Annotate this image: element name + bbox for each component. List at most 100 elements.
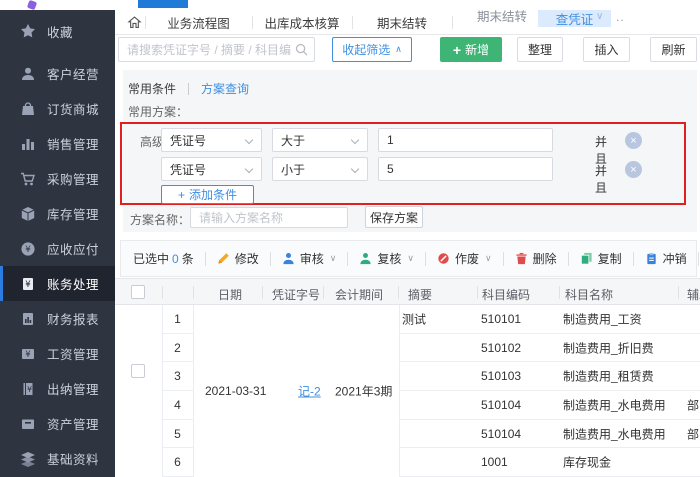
review-button[interactable]: 复核 ∨: [359, 250, 414, 267]
writeoff-button[interactable]: 冲销: [645, 250, 687, 267]
sidebar-item-favorites[interactable]: 收藏: [0, 13, 115, 49]
drawer-icon: [20, 416, 36, 432]
copy-button[interactable]: 复制: [580, 250, 622, 267]
table-row[interactable]: 510104 制造费用_水电费用 部门: [399, 420, 700, 449]
remove-condition-button[interactable]: ×: [625, 161, 642, 178]
sidebar-item-label: 应收应付: [47, 239, 99, 258]
sidebar-item-receivable-payable[interactable]: ¥ 应收应付: [0, 231, 115, 266]
col-header-subject-code: 科目编码: [482, 286, 530, 303]
report-icon: [20, 311, 36, 327]
search-input[interactable]: [119, 38, 295, 61]
sidebar-item-purchase[interactable]: 采购管理: [0, 161, 115, 196]
top-tabbar: 业务流程图 出库成本核算 期末结转 期末结转 查凭证 ∨ ..: [115, 10, 700, 35]
table-row[interactable]: 510103 制造费用_租赁费: [399, 362, 700, 391]
chevron-up-icon: ∧: [395, 44, 402, 55]
filter-tab-scheme-query[interactable]: 方案查询: [201, 80, 249, 97]
scheme-name-input[interactable]: [190, 207, 348, 228]
condition-operator-select[interactable]: 大于: [272, 128, 368, 152]
arrange-button[interactable]: 整理: [517, 37, 563, 62]
writeoff-label: 冲销: [663, 250, 687, 267]
chevron-down-icon: [351, 136, 359, 144]
salary-yuan-icon: ¥: [20, 346, 36, 362]
add-condition-button[interactable]: + 添加条件: [161, 185, 254, 204]
sidebar-item-financial-reports[interactable]: 财务报表: [0, 301, 115, 336]
common-scheme-label: 常用方案：: [128, 103, 188, 120]
sidebar-item-customer[interactable]: 客户经营: [0, 56, 115, 91]
modify-button[interactable]: 修改: [217, 250, 259, 267]
auxiliary-cell: 部门: [687, 425, 700, 442]
voucher-date: 2021-03-31: [205, 384, 266, 398]
tab-dropdown-caret-icon[interactable]: ∨: [596, 11, 603, 22]
brand-logo-fragment: [27, 0, 37, 10]
pencil-icon: [217, 252, 230, 265]
sidebar-item-accounting[interactable]: ¥ 账务处理: [0, 266, 115, 301]
col-header-subject-name: 科目名称: [565, 286, 613, 303]
voucher-table: 日期 凭证字号 会计期间 摘要 科目编码 科目名称 辅助核算 1 2 3 4 5…: [115, 278, 700, 477]
copy-label: 复制: [598, 250, 622, 267]
filter-tab-common-conditions[interactable]: 常用条件: [128, 80, 176, 97]
row-checkbox[interactable]: [131, 364, 145, 378]
sidebar-item-order-mall[interactable]: 订货商城: [0, 91, 115, 126]
refresh-button[interactable]: 刷新: [650, 37, 697, 62]
subject-name-cell: 制造费用_租赁费: [563, 368, 654, 385]
subject-name-cell: 制造费用_水电费用: [563, 425, 666, 442]
tab-period-end-carryover[interactable]: 期末结转: [352, 10, 452, 35]
collapse-filter-button[interactable]: 收起筛选 ∧: [332, 37, 412, 62]
insert-button[interactable]: 插入: [583, 37, 630, 62]
sidebar-item-inventory[interactable]: 库存管理: [0, 196, 115, 231]
table-body: 1 2 3 4 5 6 2021-03-31 记-2 2021年3期 测试 51…: [115, 305, 700, 477]
audit-button[interactable]: 审核 ∨: [282, 250, 337, 267]
voucher-no-link[interactable]: 记-2: [298, 383, 321, 400]
tab-period-end-carryover-2[interactable]: 期末结转: [457, 10, 547, 28]
subject-name-cell: 制造费用_折旧费: [563, 339, 654, 356]
home-icon[interactable]: [127, 15, 142, 30]
row-number: 4: [162, 391, 193, 420]
row-number: 3: [162, 362, 193, 391]
select-all-checkbox[interactable]: [131, 285, 145, 299]
condition-field-select[interactable]: 凭证号: [161, 128, 262, 152]
sidebar-item-cashier[interactable]: ¥ 出纳管理: [0, 371, 115, 406]
row-number-column: 1 2 3 4 5 6: [162, 305, 193, 477]
condition-value-input[interactable]: [378, 128, 553, 152]
add-condition-label: 添加条件: [189, 186, 237, 203]
sidebar-item-label: 销售管理: [47, 134, 99, 153]
add-voucher-button[interactable]: + 新增: [440, 37, 502, 62]
svg-text:¥: ¥: [25, 245, 31, 255]
row-number: 6: [162, 448, 193, 477]
row-number: 2: [162, 334, 193, 363]
svg-text:¥: ¥: [25, 280, 31, 290]
chevron-down-icon: ∨: [407, 253, 414, 264]
sidebar-item-payroll[interactable]: ¥ 工资管理: [0, 336, 115, 371]
tab-outbound-costing[interactable]: 出库成本核算: [252, 10, 352, 35]
tab-business-flow[interactable]: 业务流程图: [145, 10, 252, 35]
sidebar-item-label: 资产管理: [47, 414, 99, 433]
condition-operator-value: 大于: [281, 132, 305, 149]
chevron-down-icon: [245, 136, 253, 144]
coin-yuan-icon: ¥: [20, 241, 36, 257]
void-button[interactable]: 作废 ∨: [437, 250, 492, 267]
tab-more-icon[interactable]: ..: [616, 10, 625, 24]
bar-chart-icon: [20, 136, 36, 152]
entry-lines: 测试 510101 制造费用_工资 510102 制造费用_折旧费 510103…: [399, 305, 700, 477]
subject-code-cell: 510101: [481, 312, 521, 326]
table-row[interactable]: 测试 510101 制造费用_工资: [399, 305, 700, 334]
save-scheme-button[interactable]: 保存方案: [365, 206, 423, 228]
search-icon[interactable]: [295, 43, 308, 56]
col-header-period: 会计期间: [335, 286, 383, 303]
table-row[interactable]: 510102 制造费用_折旧费: [399, 334, 700, 363]
sidebar-item-label: 基础资料: [47, 449, 99, 468]
subject-name-cell: 制造费用_工资: [563, 310, 642, 327]
table-row[interactable]: 1001 库存现金: [399, 448, 700, 477]
condition-field-select[interactable]: 凭证号: [161, 157, 262, 181]
subject-code-cell: 510104: [481, 427, 521, 441]
sidebar-item-label: 工资管理: [47, 344, 99, 363]
sidebar-item-assets[interactable]: 资产管理: [0, 406, 115, 441]
delete-button[interactable]: 删除: [515, 250, 557, 267]
sidebar-item-sales[interactable]: 销售管理: [0, 126, 115, 161]
condition-operator-select[interactable]: 小于: [272, 157, 368, 181]
remove-condition-button[interactable]: ×: [625, 132, 642, 149]
sidebar-item-base-data[interactable]: 基础资料: [0, 441, 115, 476]
conjunction-label[interactable]: 并且: [595, 162, 607, 196]
condition-value-input[interactable]: [378, 157, 553, 181]
table-row[interactable]: 510104 制造费用_水电费用 部门: [399, 391, 700, 420]
